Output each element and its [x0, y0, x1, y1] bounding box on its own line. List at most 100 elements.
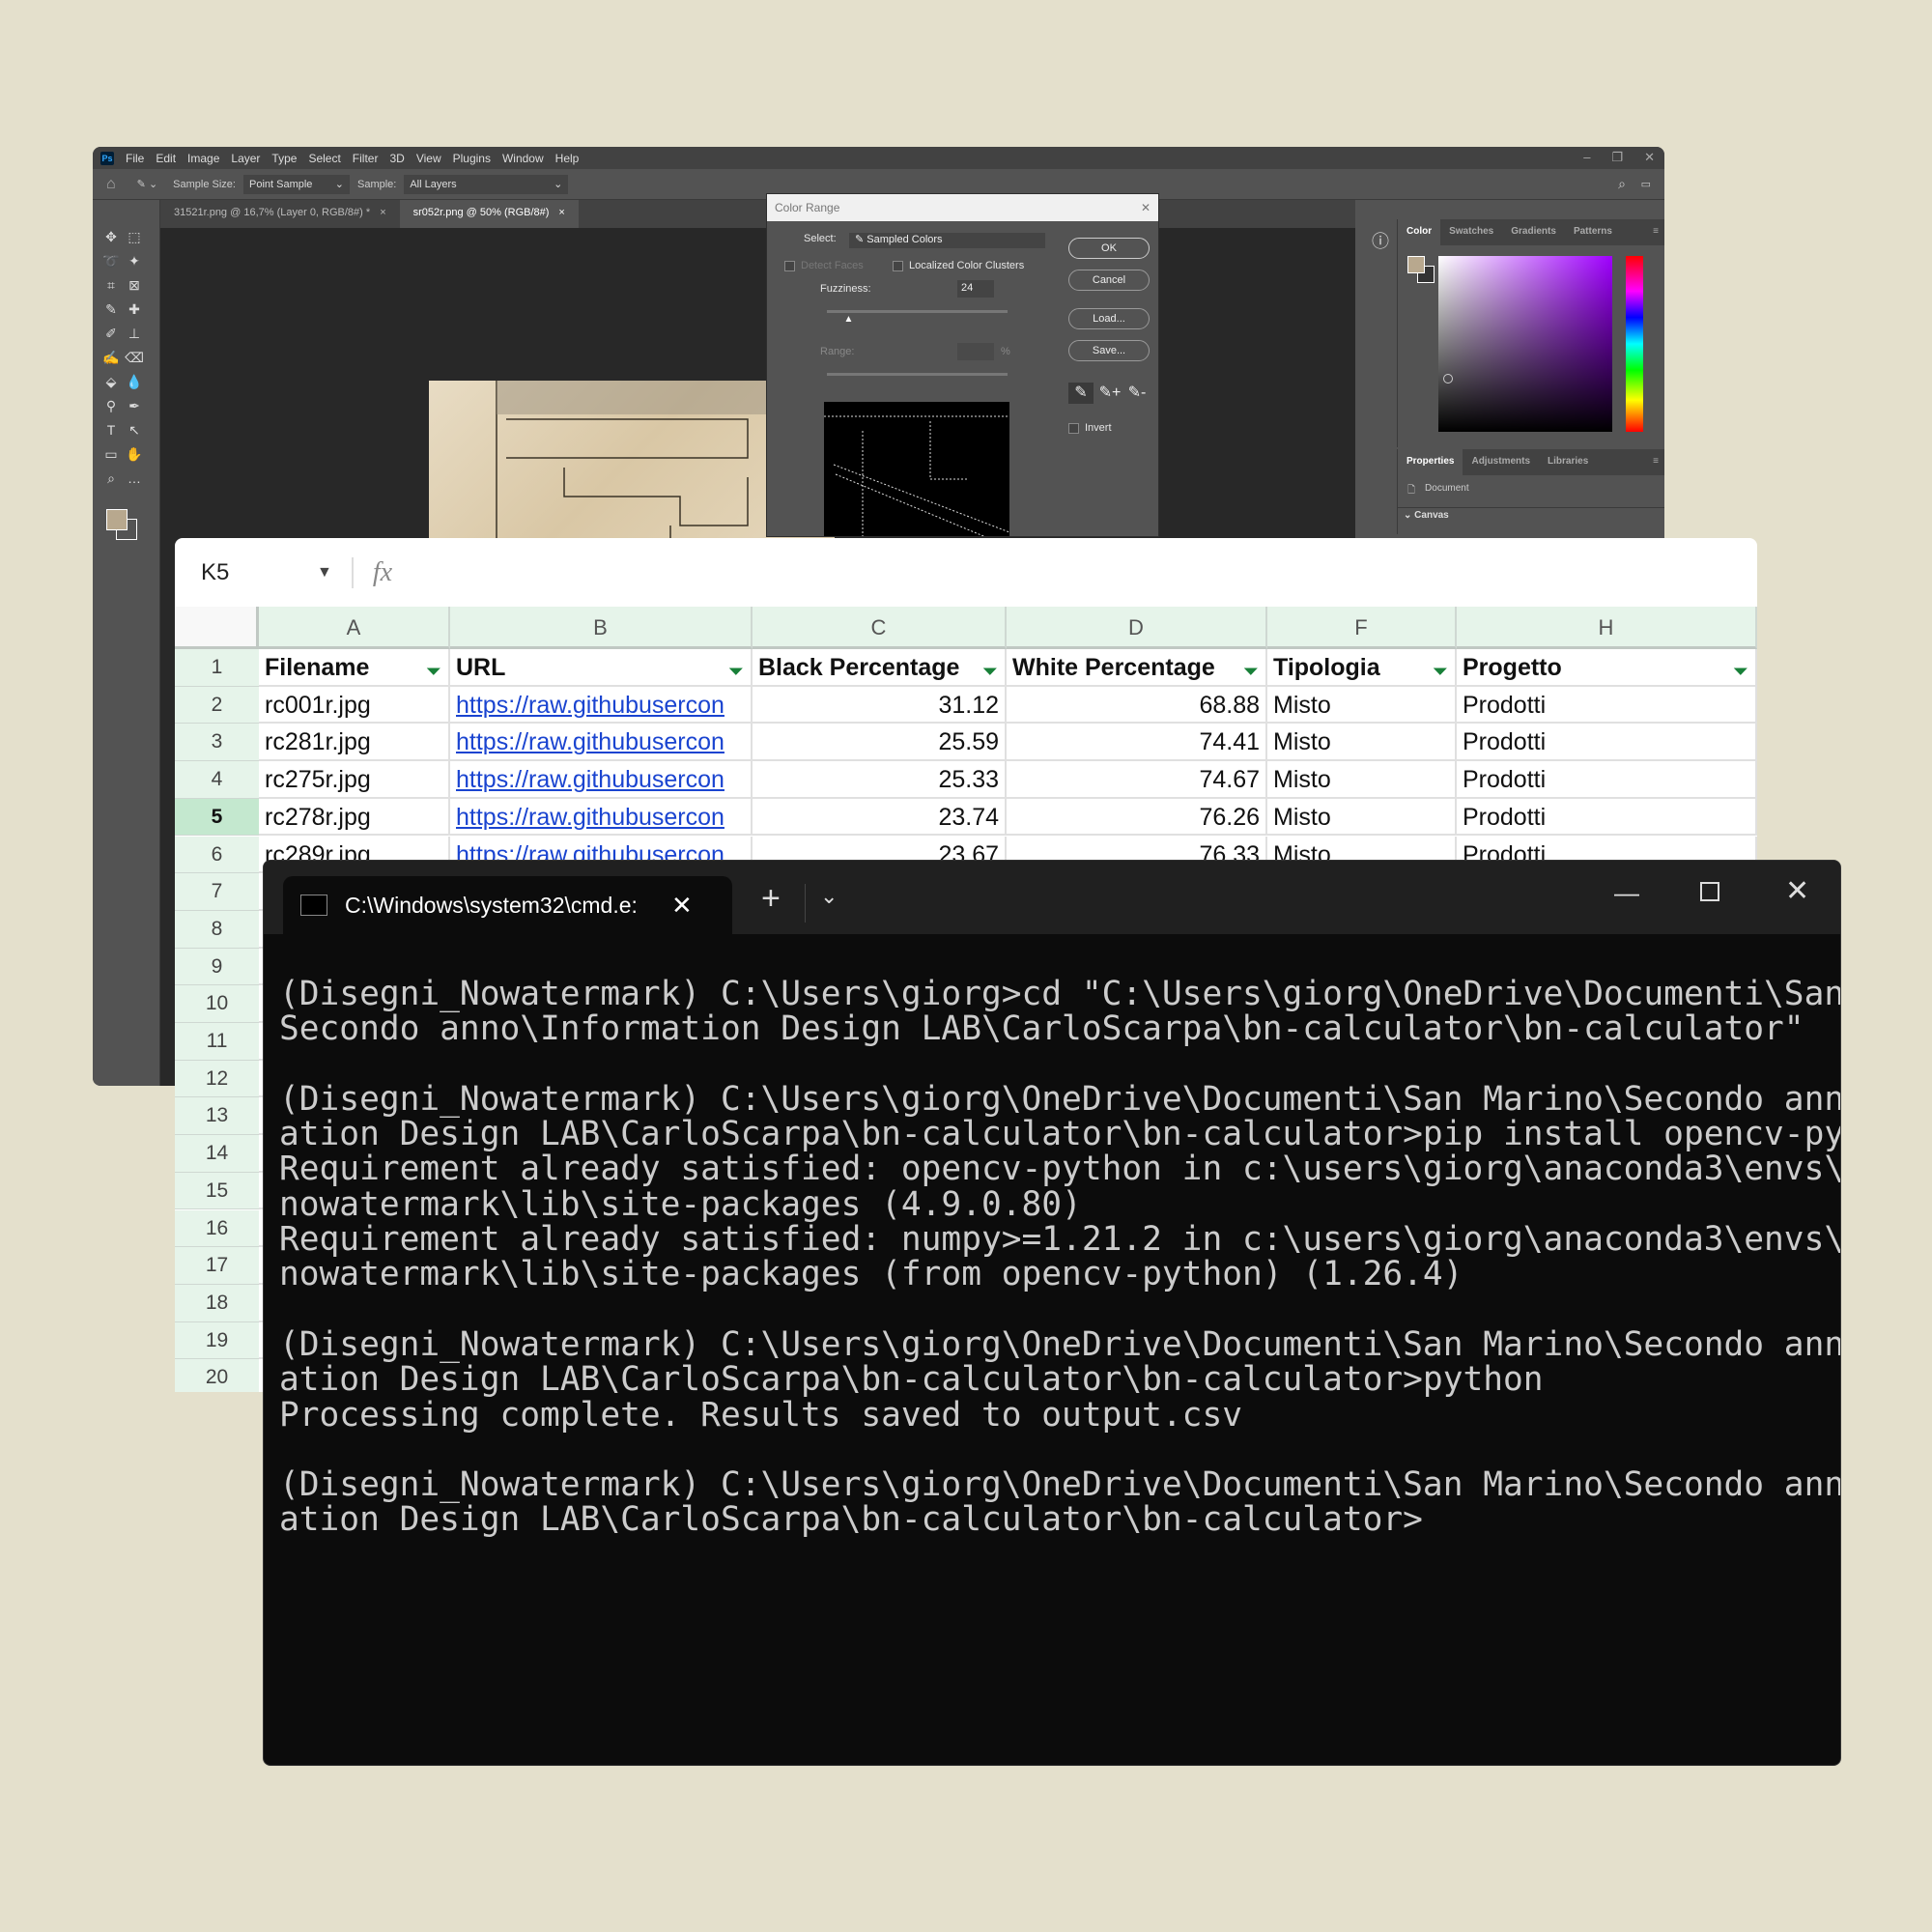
table-cell[interactable]: 25.59 — [753, 724, 1007, 762]
table-cell[interactable]: Misto — [1267, 798, 1457, 837]
slider-thumb[interactable]: ▲ — [843, 314, 853, 325]
home-icon[interactable]: ⌂ — [106, 176, 116, 193]
row-header-11[interactable]: 11 — [175, 1023, 259, 1061]
close-icon[interactable]: ✕ — [1785, 874, 1809, 908]
row-header-7[interactable]: 7 — [175, 873, 259, 911]
terminal-tab[interactable]: C:\Windows\system32\cmd.e: ✕ — [283, 876, 732, 934]
hand-tool-icon[interactable]: ✋ — [124, 446, 145, 466]
filter-icon[interactable]: ⏷ — [1734, 653, 1747, 685]
color-picker-field[interactable] — [1438, 256, 1612, 432]
healing-tool-icon[interactable]: ✚ — [124, 301, 145, 321]
canvas-section[interactable]: ⌄ Canvas — [1398, 507, 1664, 523]
select-dropdown[interactable]: ✎ Sampled Colors — [849, 233, 1045, 248]
menu-plugins[interactable]: Plugins — [453, 152, 491, 165]
url-link[interactable]: https://raw.githubusercon — [456, 804, 724, 831]
rectangle-tool-icon[interactable]: ▭ — [100, 446, 122, 466]
table-cell[interactable]: 25.33 — [753, 761, 1007, 799]
more-tool-icon[interactable]: … — [124, 470, 145, 490]
info-icon[interactable]: ⓘ — [1363, 228, 1398, 263]
menu-layer[interactable]: Layer — [231, 152, 260, 165]
zoom-tool-icon[interactable]: ⌕ — [100, 470, 122, 490]
table-cell[interactable]: rc001r.jpg — [259, 686, 450, 724]
minimize-icon[interactable]: – — [1583, 150, 1590, 165]
row-header-8[interactable]: 8 — [175, 910, 259, 949]
menu-file[interactable]: File — [126, 152, 144, 165]
row-header-12[interactable]: 12 — [175, 1060, 259, 1098]
maximize-icon[interactable] — [1700, 882, 1719, 901]
panel-tab-gradients[interactable]: Gradients — [1502, 219, 1565, 245]
filter-icon[interactable]: ⏷ — [427, 653, 440, 685]
hue-slider[interactable] — [1626, 256, 1643, 432]
table-cell[interactable]: Misto — [1267, 686, 1457, 724]
url-link[interactable]: https://raw.githubusercon — [456, 692, 724, 719]
column-title[interactable]: Filename ⏷ — [259, 649, 450, 687]
panel-tab-patterns[interactable]: Patterns — [1565, 219, 1621, 245]
restore-icon[interactable]: ❐ — [1611, 150, 1623, 165]
close-icon[interactable]: × — [558, 207, 564, 221]
workspace-icon[interactable]: ▭ — [1641, 178, 1651, 190]
row-header-5[interactable]: 5 — [175, 798, 259, 837]
row-header-10[interactable]: 10 — [175, 985, 259, 1023]
magic-wand-tool-icon[interactable]: ✦ — [124, 253, 145, 272]
column-header-A[interactable]: A — [259, 607, 450, 649]
table-cell[interactable]: https://raw.githubusercon — [450, 761, 753, 799]
row-header-14[interactable]: 14 — [175, 1135, 259, 1173]
row-header-17[interactable]: 17 — [175, 1247, 259, 1285]
menu-help[interactable]: Help — [555, 152, 580, 165]
column-header-D[interactable]: D — [1007, 607, 1267, 649]
column-title[interactable]: Progetto ⏷ — [1457, 649, 1757, 687]
fuzziness-slider[interactable] — [827, 310, 1008, 313]
add-to-sample-icon[interactable]: ✎+ — [1097, 383, 1122, 402]
column-header-F[interactable]: F — [1267, 607, 1457, 649]
row-header-20[interactable]: 20 — [175, 1359, 259, 1392]
color-picker-handle[interactable] — [1443, 374, 1453, 384]
filter-icon[interactable]: ⏷ — [729, 653, 743, 685]
paint-bucket-tool-icon[interactable]: ⬙ — [100, 374, 122, 393]
eyedropper-icon[interactable]: ✎ — [1068, 383, 1094, 404]
chevron-down-icon[interactable]: ▼ — [317, 564, 332, 582]
table-cell[interactable]: https://raw.githubusercon — [450, 798, 753, 837]
foreground-color-swatch[interactable] — [106, 509, 128, 530]
marquee-tool-icon[interactable]: ⬚ — [124, 229, 145, 248]
filter-icon[interactable]: ⏷ — [1244, 653, 1258, 685]
column-header-H[interactable]: H — [1457, 607, 1757, 649]
lasso-tool-icon[interactable]: ➰ — [100, 253, 122, 272]
row-header-9[interactable]: 9 — [175, 948, 259, 986]
panel-tab-adjustments[interactable]: Adjustments — [1463, 449, 1539, 475]
panel-menu-icon[interactable]: ≡ — [1647, 219, 1664, 245]
brush-tool-icon[interactable]: ✐ — [100, 326, 122, 345]
subtract-from-sample-icon[interactable]: ✎- — [1124, 383, 1150, 402]
fuzziness-input[interactable]: 24 — [957, 280, 994, 298]
dropdown-chevron-icon[interactable]: ⌄ — [820, 884, 838, 909]
frame-tool-icon[interactable]: ⊠ — [124, 277, 145, 297]
sample-select[interactable]: All Layers ⌄ — [404, 174, 569, 194]
column-title[interactable]: Black Percentage ⏷ — [753, 649, 1007, 687]
save-button[interactable]: Save... — [1068, 340, 1150, 361]
panel-tab-swatches[interactable]: Swatches — [1440, 219, 1502, 245]
table-cell[interactable]: rc275r.jpg — [259, 761, 450, 799]
move-tool-icon[interactable]: ✥ — [100, 229, 122, 248]
name-box[interactable]: K5 — [201, 559, 317, 586]
table-cell[interactable]: rc278r.jpg — [259, 798, 450, 837]
stamp-tool-icon[interactable]: ⊥ — [124, 326, 145, 345]
panel-tab-libraries[interactable]: Libraries — [1539, 449, 1597, 475]
row-header-1[interactable]: 1 — [175, 649, 259, 687]
dodge-tool-icon[interactable]: ⚲ — [100, 398, 122, 417]
table-cell[interactable]: 76.26 — [1007, 798, 1267, 837]
eyedropper-tool-icon[interactable]: ✎ — [100, 301, 122, 321]
detect-faces-checkbox[interactable]: Detect Faces — [784, 260, 864, 271]
ok-button[interactable]: OK — [1068, 238, 1150, 259]
panel-tab-properties[interactable]: Properties — [1398, 449, 1463, 475]
eyedropper-tool-icon[interactable]: ✎ ⌄ — [137, 178, 158, 190]
panel-tab-color[interactable]: Color — [1398, 219, 1441, 245]
close-icon[interactable]: ✕ — [1141, 201, 1151, 214]
filter-icon[interactable]: ⏷ — [983, 653, 997, 685]
history-brush-tool-icon[interactable]: ✍ — [100, 350, 122, 369]
menu-view[interactable]: View — [416, 152, 441, 165]
url-link[interactable]: https://raw.githubusercon — [456, 728, 724, 755]
row-header-4[interactable]: 4 — [175, 761, 259, 799]
row-header-18[interactable]: 18 — [175, 1284, 259, 1322]
column-title[interactable]: Tipologia ⏷ — [1267, 649, 1457, 687]
localized-clusters-checkbox[interactable]: Localized Color Clusters — [893, 260, 1024, 271]
menu-type[interactable]: Type — [271, 152, 297, 165]
